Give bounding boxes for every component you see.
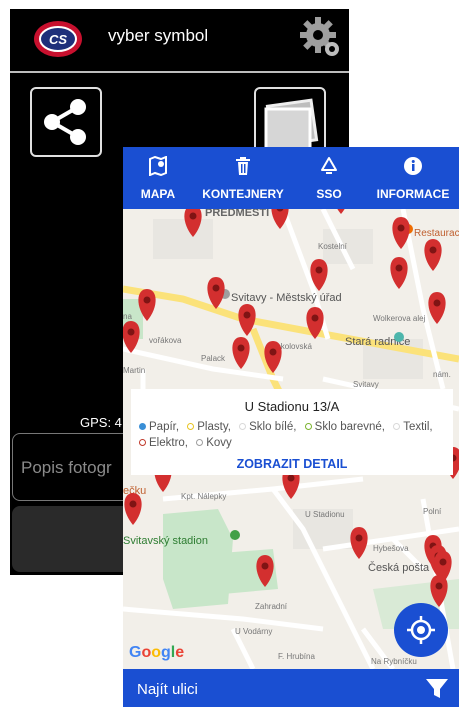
street-search-bar[interactable]: Najít ulici bbox=[123, 669, 459, 707]
legend-dot bbox=[393, 423, 401, 430]
marker-dot bbox=[261, 562, 269, 570]
tab-label: KONTEJNERY bbox=[202, 187, 284, 201]
map-icon bbox=[149, 156, 167, 176]
map-label: Wolkerova alej bbox=[373, 314, 426, 323]
marker-dot bbox=[269, 348, 277, 356]
back-app-title: vyber symbol bbox=[108, 26, 209, 45]
locate-me-button[interactable] bbox=[394, 603, 448, 657]
google-attribution: Google bbox=[129, 644, 184, 662]
popup-title: U Stadionu 13/A bbox=[244, 399, 340, 414]
top-navigation-bar: MAPA KONTEJNERY SSO INFORMACE bbox=[123, 147, 459, 209]
marker-dot bbox=[397, 224, 405, 232]
legend-item-textil: Textil, bbox=[393, 419, 433, 435]
map-label: U Vodárny bbox=[235, 627, 272, 636]
map-label: Svitavy - Městský úřad bbox=[231, 292, 342, 304]
map-label: Svitavy bbox=[353, 380, 379, 389]
legend-dot bbox=[239, 423, 247, 430]
legend-label: Sklo barevné, bbox=[314, 421, 385, 433]
marker-dot bbox=[435, 582, 443, 590]
map-label: Restaurace Cook bbox=[414, 228, 459, 239]
marker-dot bbox=[189, 212, 197, 220]
marker-dot bbox=[129, 500, 137, 508]
app-logo-icon: CS bbox=[34, 21, 82, 57]
map-label: nám. bbox=[433, 370, 451, 379]
share-button[interactable] bbox=[30, 87, 102, 157]
recycle-icon bbox=[321, 157, 337, 174]
poi-icon bbox=[230, 530, 240, 540]
legend-label: Plasty, bbox=[197, 421, 231, 433]
tab-informace[interactable]: INFORMACE bbox=[371, 147, 455, 209]
map-label: Svitavský stadion bbox=[123, 535, 208, 547]
map-label: vořákova bbox=[149, 336, 182, 345]
legend-item-sklo-bile: Sklo bílé, bbox=[239, 419, 296, 435]
waste-app-screen: MAPA KONTEJNERY SSO INFORMACE PŘEDMĚSTÍ … bbox=[123, 147, 459, 707]
legend-label: Papír, bbox=[149, 421, 180, 433]
legend-label: Sklo bílé, bbox=[249, 421, 297, 433]
marker-dot bbox=[439, 558, 447, 566]
legend-label: Elektro, bbox=[149, 437, 188, 449]
share-icon bbox=[44, 99, 86, 145]
locate-icon bbox=[407, 616, 435, 644]
marker-dot bbox=[143, 296, 151, 304]
map-label: F. Hrubína bbox=[278, 652, 315, 661]
tab-kontejnery[interactable]: KONTEJNERY bbox=[195, 147, 291, 209]
map-label: U Stadionu bbox=[305, 510, 345, 519]
marker-dot bbox=[429, 246, 437, 254]
marker-dot bbox=[433, 299, 441, 307]
marker-dot bbox=[212, 284, 220, 292]
gps-readout: GPS: 4 bbox=[80, 415, 122, 430]
photos-icon bbox=[264, 98, 319, 151]
legend-dot bbox=[139, 423, 146, 430]
map-label: Martin bbox=[123, 366, 145, 375]
header-divider bbox=[10, 71, 349, 73]
tab-label: INFORMACE bbox=[376, 187, 450, 201]
map-label: Kpt. Nálepky bbox=[181, 492, 226, 501]
back-app-header: CS vyber symbol bbox=[10, 9, 349, 67]
legend-dot bbox=[139, 439, 146, 446]
legend-item-elektro: Elektro, bbox=[139, 435, 188, 451]
tab-label: SSO bbox=[316, 187, 342, 201]
find-street-label: Najít ulici bbox=[137, 681, 198, 698]
show-detail-link[interactable]: ZOBRAZIT DETAIL bbox=[131, 457, 453, 471]
marker-dot bbox=[237, 344, 245, 352]
legend-item-plasty: Plasty, bbox=[187, 419, 231, 435]
info-icon bbox=[404, 157, 422, 175]
container-type-legend: Papír, Plasty, Sklo bílé, Sklo barevné, … bbox=[139, 419, 457, 451]
tab-sso[interactable]: SSO bbox=[303, 147, 355, 209]
map-label: Polní bbox=[423, 507, 442, 516]
tab-label: MAPA bbox=[140, 187, 176, 201]
map-label: Palack bbox=[201, 354, 226, 363]
legend-item-sklo-barevne: Sklo barevné, bbox=[304, 419, 385, 435]
tab-mapa[interactable]: MAPA bbox=[123, 147, 193, 209]
marker-dot bbox=[355, 534, 363, 542]
gear-icon[interactable] bbox=[298, 15, 342, 59]
legend-dot bbox=[187, 423, 195, 430]
legend-label: Textil, bbox=[403, 421, 433, 433]
map-label: Česká pošta bbox=[368, 561, 430, 574]
svg-text:CS: CS bbox=[49, 32, 67, 47]
map-label: na bbox=[123, 312, 132, 321]
map-label: Kostelní bbox=[318, 242, 348, 251]
map-label: Zahradní bbox=[255, 602, 288, 611]
map-label: PŘEDMĚSTÍ bbox=[205, 209, 270, 219]
google-logo: Google bbox=[129, 644, 185, 661]
marker-dot bbox=[311, 314, 319, 322]
legend-dot bbox=[304, 423, 312, 430]
marker-dot bbox=[315, 266, 323, 274]
trash-icon bbox=[236, 157, 250, 175]
legend-item-kovy: Kovy bbox=[196, 435, 232, 451]
legend-dot bbox=[196, 439, 204, 446]
poi-icon bbox=[394, 332, 404, 342]
legend-label: Kovy bbox=[206, 437, 232, 449]
map-label: Hybešova bbox=[373, 544, 409, 553]
marker-dot bbox=[395, 264, 403, 272]
map-label: Na Rybníčku bbox=[371, 657, 417, 666]
marker-dot bbox=[127, 328, 135, 336]
marker-dot bbox=[243, 311, 251, 319]
legend-item-papir: Papír, bbox=[139, 419, 179, 435]
marker-dot bbox=[287, 474, 295, 482]
filter-icon[interactable] bbox=[425, 678, 449, 700]
container-info-popup[interactable]: U Stadionu 13/A Papír, Plasty, Sklo bílé… bbox=[131, 389, 453, 475]
